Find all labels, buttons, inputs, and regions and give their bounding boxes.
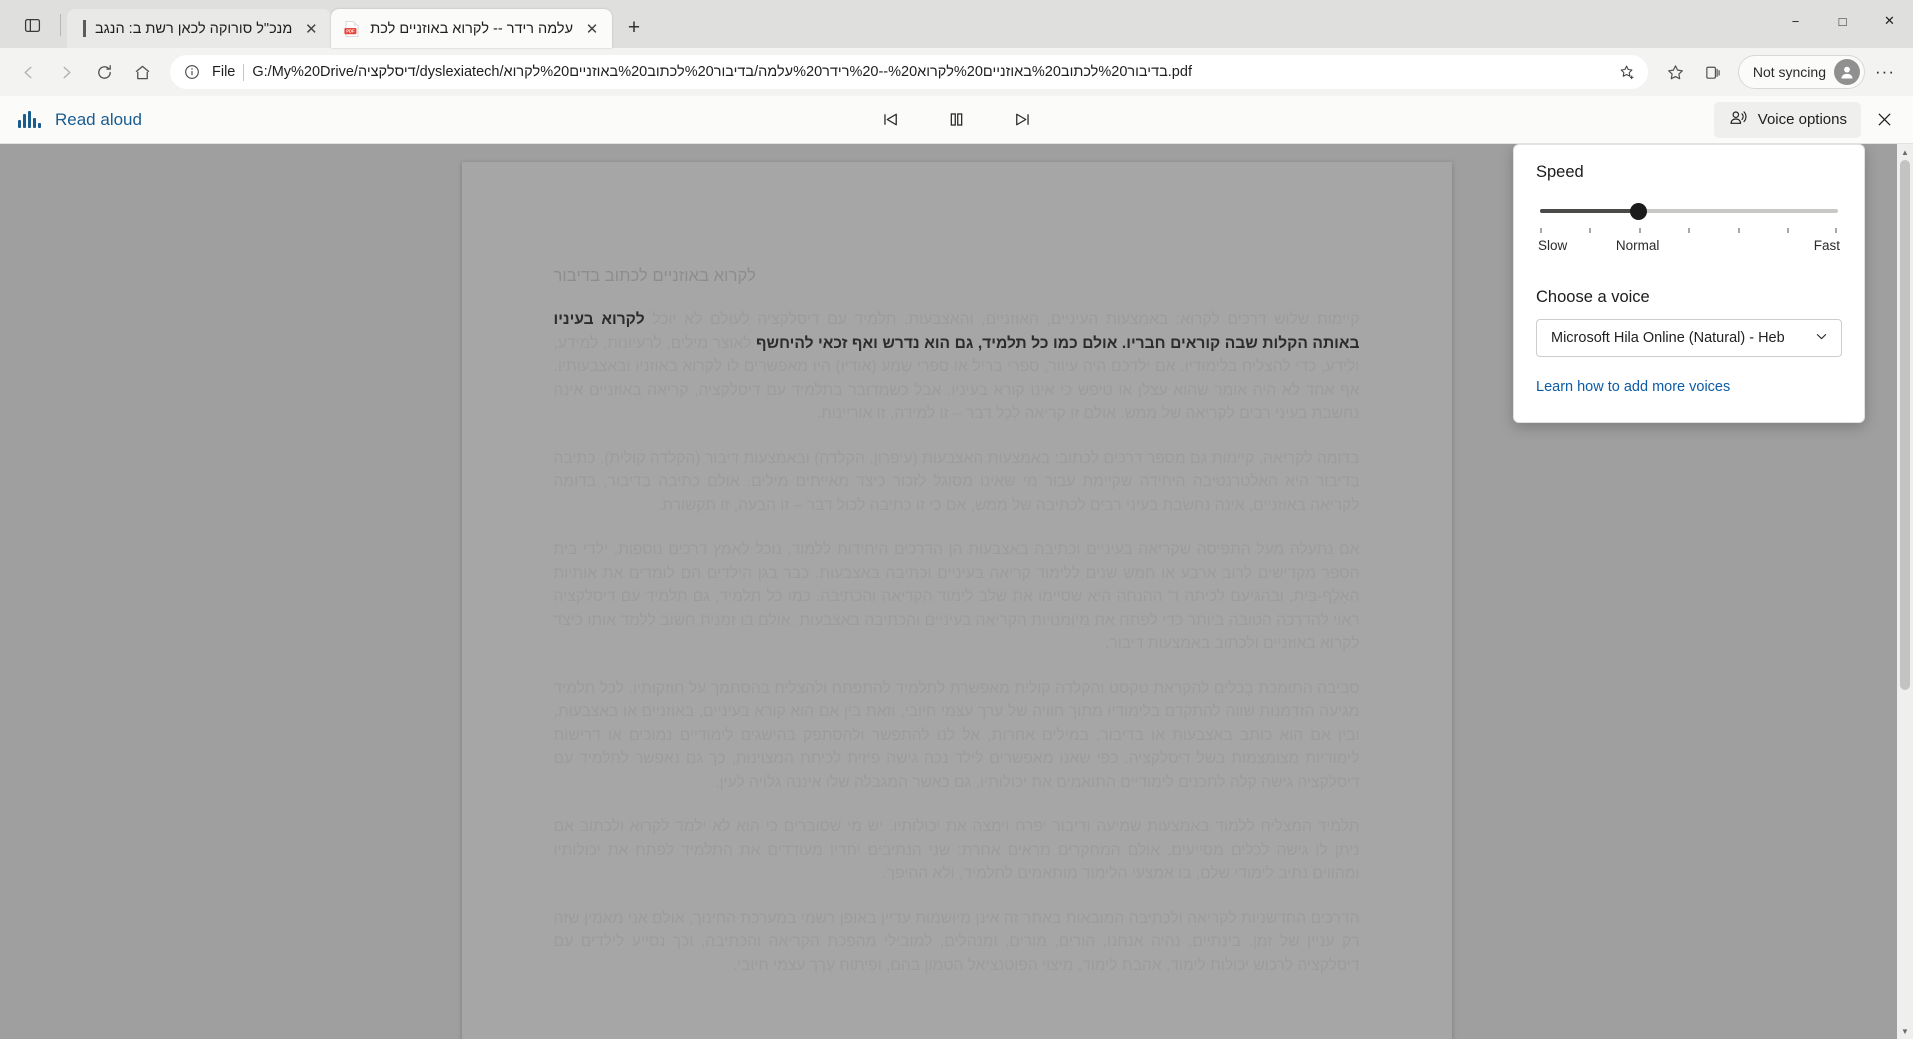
document-paragraph: הדרכים החדשניות לקריאה ולכתיבה המובאות ב… bbox=[553, 909, 1360, 974]
tab-title: מנכ"ל סורוקה לכאן רשת ב: הנגב bbox=[95, 20, 293, 37]
document-paragraph: קיימות שלוש דרכים לקרוא: באמצעות העיניים… bbox=[554, 308, 1360, 426]
voice-options-label: Voice options bbox=[1757, 111, 1847, 128]
chevron-up-icon[interactable]: ▲ bbox=[1897, 144, 1913, 160]
person-avatar-icon bbox=[1834, 59, 1860, 85]
tab-close-button[interactable]: ✕ bbox=[301, 19, 321, 39]
chevron-down-icon[interactable]: ▼ bbox=[1897, 1023, 1913, 1039]
close-icon[interactable] bbox=[1863, 101, 1905, 139]
tab-strip: ✕ מנכ"ל סורוקה לכאן רשת ב: הנגב ✕ עלמה ר… bbox=[0, 0, 1913, 48]
pdf-page: לקרוא באוזניים לכתוב בדיבור קיימות שלוש … bbox=[461, 162, 1452, 1039]
refresh-button[interactable] bbox=[86, 54, 122, 90]
voice-options-flyout: Speed Slow Normal Fast Choose a voice Mi… bbox=[1513, 144, 1865, 423]
browser-tab-2[interactable]: ✕ עלמה רידר -- לקרוא באוזניים לכת PDF bbox=[331, 9, 613, 48]
omnibox-divider bbox=[243, 63, 245, 81]
selected-voice-label: Microsoft Hila Online (Natural) - Heb bbox=[1551, 330, 1785, 346]
ellipsis-icon[interactable]: ··· bbox=[1867, 54, 1903, 90]
voice-options-button[interactable]: Voice options bbox=[1713, 101, 1861, 138]
read-aloud-controls bbox=[872, 103, 1042, 137]
document-paragraph: אם נתעלה מעל התפיסה שקריאה בעיניים וכתיב… bbox=[553, 541, 1360, 652]
pdf-viewer: לקרוא באוזניים לכתוב בדיבור קיימות שלוש … bbox=[0, 144, 1913, 1039]
speed-slider[interactable] bbox=[1540, 200, 1838, 224]
url-text: G:/My%20Drive/דיסלקציה/dyslexiatech/בדיב… bbox=[252, 64, 1192, 80]
speed-min-label: Slow bbox=[1538, 238, 1568, 253]
read-aloud-waveform-icon bbox=[18, 111, 41, 128]
home-button[interactable] bbox=[124, 54, 160, 90]
voice-person-icon bbox=[1728, 108, 1748, 132]
address-bar[interactable]: File G:/My%20Drive/דיסלקציה/dyslexiatech… bbox=[170, 55, 1648, 89]
info-circle-icon[interactable] bbox=[180, 60, 204, 84]
speed-mid-label: Normal bbox=[1615, 238, 1660, 253]
document-paragraph: סביבה התומכת בְכלים להקראת טקסט והקלדה ק… bbox=[553, 679, 1360, 791]
profile-status-label: Not syncing bbox=[1752, 64, 1826, 80]
slider-fill bbox=[1540, 209, 1639, 213]
collections-icon[interactable] bbox=[1696, 54, 1732, 90]
url-scheme-label: File bbox=[212, 64, 236, 80]
tab-title: עלמה רידר -- לקרוא באוזניים לכת bbox=[370, 20, 574, 37]
previous-paragraph-icon[interactable] bbox=[872, 103, 910, 137]
pause-icon[interactable] bbox=[938, 103, 976, 137]
close-window-button[interactable]: ✕ bbox=[1866, 0, 1913, 42]
profile-button[interactable]: Not syncing bbox=[1737, 55, 1865, 89]
paragraph-lead-text: קיימות שלוש דרכים לקרוא: באמצעות העיניים… bbox=[644, 311, 1360, 328]
back-button[interactable] bbox=[10, 54, 46, 90]
chevron-down-icon bbox=[1814, 329, 1829, 347]
read-aloud-brand: Read aloud bbox=[18, 110, 142, 130]
browser-tab-1[interactable]: ✕ מנכ"ל סורוקה לכאן רשת ב: הנגב bbox=[67, 9, 332, 48]
new-tab-button[interactable]: + bbox=[618, 12, 650, 44]
pdf-file-icon: PDF bbox=[343, 20, 361, 38]
scrollbar-thumb[interactable] bbox=[1900, 160, 1910, 690]
omnibox-actions bbox=[1614, 58, 1642, 86]
document-title: לקרוא באוזניים לכתוב בדיבור bbox=[553, 267, 756, 285]
learn-more-voices-link[interactable]: Learn how to add more voices bbox=[1536, 379, 1730, 395]
minimize-button[interactable]: − bbox=[1772, 0, 1819, 42]
read-aloud-label: Read aloud bbox=[55, 109, 142, 129]
window-controls: − □ ✕ bbox=[1772, 0, 1913, 42]
speed-label: Speed bbox=[1536, 163, 1584, 181]
voice-select-dropdown[interactable]: Microsoft Hila Online (Natural) - Heb bbox=[1536, 319, 1842, 357]
read-aloud-toolbar: Read aloud Voice options bbox=[0, 96, 1913, 144]
slider-ticks bbox=[1540, 228, 1838, 236]
svg-text:PDF: PDF bbox=[346, 28, 355, 33]
navigation-bar: File G:/My%20Drive/דיסלקציה/dyslexiatech… bbox=[0, 48, 1913, 96]
tab-actions-icon[interactable] bbox=[14, 7, 50, 43]
tab-strip-divider bbox=[60, 14, 61, 36]
tab-close-button[interactable]: ✕ bbox=[582, 19, 602, 39]
vertical-scrollbar[interactable]: ▲ ▼ bbox=[1897, 144, 1913, 1039]
slider-thumb[interactable] bbox=[1630, 203, 1648, 220]
read-aloud-right-actions: Voice options bbox=[1713, 101, 1905, 139]
choose-voice-label: Choose a voice bbox=[1536, 288, 1650, 306]
document-paragraph: תלמיד המצליח ללמוד באמצעות שמיעה ודיבור … bbox=[553, 818, 1360, 882]
speed-max-label: Fast bbox=[1813, 238, 1840, 253]
next-paragraph-icon[interactable] bbox=[1004, 103, 1042, 137]
forward-button[interactable] bbox=[48, 54, 84, 90]
maximize-button[interactable]: □ bbox=[1819, 0, 1866, 42]
star-add-icon[interactable] bbox=[1614, 58, 1642, 86]
blank-page-icon bbox=[83, 20, 86, 37]
speed-scale-labels: Slow Normal Fast bbox=[1538, 238, 1840, 258]
document-paragraph: בדומה לקריאה, קיימות גם מספר דרכים לכתוב… bbox=[553, 449, 1360, 514]
favorites-icon[interactable] bbox=[1658, 54, 1694, 90]
